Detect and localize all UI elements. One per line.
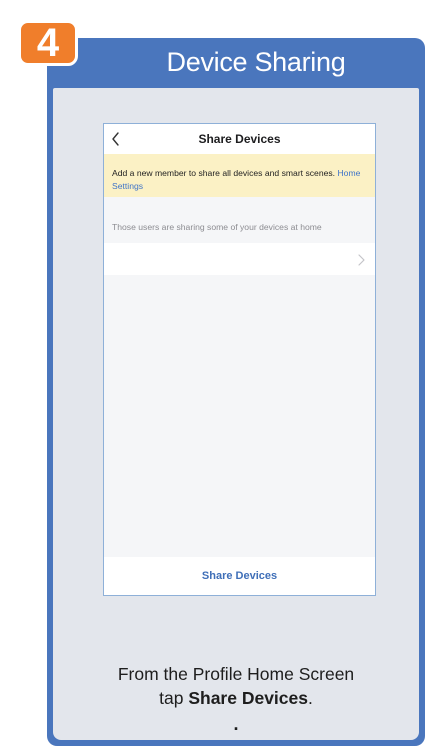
phone-nav-bar: Share Devices [104,124,375,154]
caption-share-devices: Share Devices [188,688,308,708]
caption-line-1: From the Profile Home Screen [117,664,355,684]
caption-period: . [308,688,313,708]
notice-text: Add a new member to share all devices an… [112,168,336,178]
instruction-caption: From the Profile Home Screen tap Share D… [47,662,425,710]
phone-page-title: Share Devices [198,132,281,146]
shared-users-row[interactable] [104,243,375,275]
chevron-right-icon [358,253,365,266]
phone-screenshot: Share Devices Add a new member to share … [103,123,376,596]
caption-prefix: tap [159,688,189,708]
caption-line-2: tap Share Devices. [47,686,425,710]
notice-banner: Add a new member to share all devices an… [104,154,375,197]
section-label: Those users are sharing some of your dev… [112,222,322,232]
card-title: Device Sharing [166,47,346,77]
step-number-badge: 4 [18,20,78,66]
share-devices-button[interactable]: Share Devices [104,557,375,595]
caption-dot: . [233,714,239,734]
